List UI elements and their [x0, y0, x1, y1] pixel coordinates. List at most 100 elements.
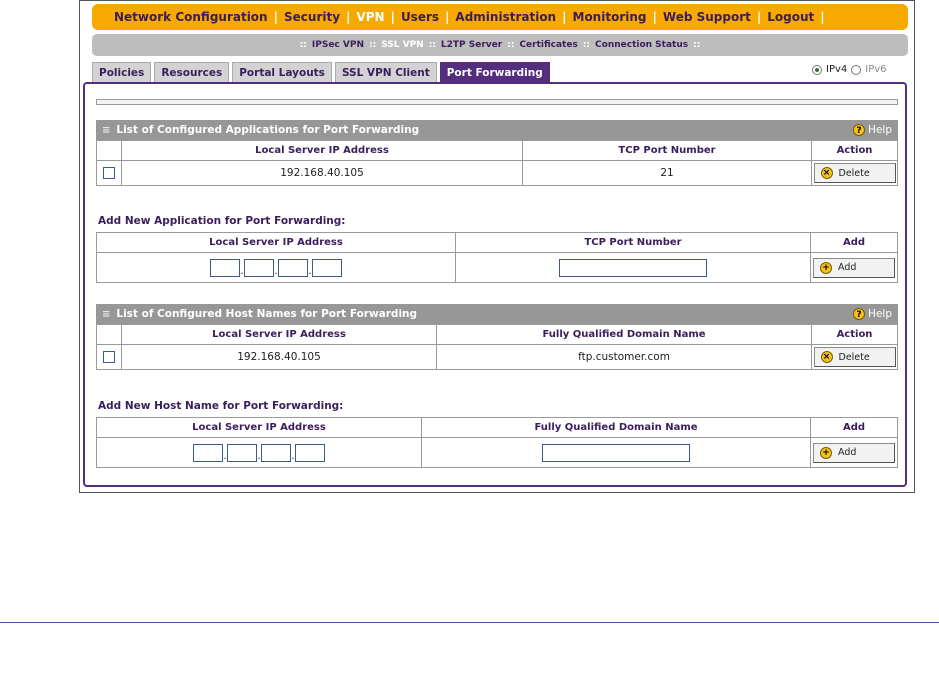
- hosts-ip-cell: 192.168.40.105: [121, 344, 437, 370]
- help-icon: ?: [853, 308, 866, 320]
- ip-octet-1-input[interactable]: [193, 443, 223, 462]
- top-nav-network-configuration[interactable]: Network Configuration: [114, 10, 268, 24]
- add-label: Add: [838, 262, 857, 273]
- delete-label: Delete: [838, 351, 870, 363]
- add-app-ip-header: Local Server IP Address: [96, 232, 456, 253]
- apps-action-cell: × Delete: [811, 160, 898, 186]
- hosts-section-title: List of Configured Host Names for Port F…: [116, 308, 418, 320]
- main-panel: ≡ List of Configured Applications for Po…: [83, 82, 907, 487]
- nav-separator: |: [756, 10, 762, 24]
- add-app-ip-cell: ...: [96, 252, 456, 283]
- top-nav-monitoring[interactable]: Monitoring: [573, 10, 647, 24]
- plus-circle-icon: +: [820, 446, 832, 459]
- add-host-add-header: Add: [810, 417, 898, 438]
- delete-button[interactable]: × Delete: [813, 347, 896, 367]
- subnav-separator: ::: [507, 40, 515, 50]
- apps-section-header: ≡ List of Configured Applications for Po…: [96, 120, 898, 140]
- add-host-button[interactable]: + Add: [813, 442, 895, 463]
- ipv4-label: IPv4: [826, 64, 848, 75]
- ip-octet-2-input[interactable]: [244, 258, 274, 277]
- subnav-separator: ::: [368, 40, 377, 50]
- subnav-separator: ::: [582, 40, 591, 50]
- tab-policies[interactable]: Policies: [92, 62, 152, 82]
- sub-nav-connection-status[interactable]: Connection Status: [595, 40, 688, 50]
- apps-port-header: TCP Port Number: [522, 140, 812, 161]
- subnav-separator: ::: [428, 40, 436, 50]
- apps-table: Local Server IP Address TCP Port Number …: [96, 140, 898, 186]
- top-nav-web-support[interactable]: Web Support: [663, 10, 751, 24]
- table-header-row: Local Server IP Address TCP Port Number …: [96, 140, 898, 161]
- ip-octet-1-input[interactable]: [210, 258, 240, 277]
- row-checkbox[interactable]: [103, 351, 115, 363]
- ip-version-selector: IPv4 IPv6: [812, 64, 887, 75]
- status-bar: [96, 99, 898, 105]
- sub-nav-certificates[interactable]: Certificates: [519, 40, 577, 50]
- ip-octet-4-input[interactable]: [295, 443, 325, 462]
- hosts-fqdn-header: Fully Qualified Domain Name: [436, 324, 812, 345]
- hosts-ip-header: Local Server IP Address: [121, 324, 437, 345]
- x-circle-icon: ×: [820, 351, 833, 363]
- nav-separator: |: [390, 10, 395, 24]
- tab-ssl-vpn-client[interactable]: SSL VPN Client: [334, 62, 437, 82]
- grip-icon: ≡: [102, 124, 111, 136]
- add-host-ip-cell: ...: [96, 437, 422, 468]
- sub-nav: :: IPSec VPN :: SSL VPN :: L2TP Server :…: [92, 34, 908, 56]
- delete-button[interactable]: × Delete: [813, 163, 896, 183]
- sub-nav-ssl-vpn[interactable]: SSL VPN: [381, 40, 424, 50]
- table-header-row: Local Server IP Address Fully Qualified …: [96, 324, 898, 345]
- table-header-row: Local Server IP Address TCP Port Number …: [96, 232, 898, 253]
- add-app-title: Add New Application for Port Forwarding:: [98, 215, 346, 227]
- add-label: Add: [838, 447, 857, 458]
- ipv4-radio[interactable]: [812, 64, 822, 75]
- add-host-ip-header: Local Server IP Address: [96, 417, 422, 438]
- nav-separator: |: [346, 10, 351, 24]
- tab-portal-layouts[interactable]: Portal Layouts: [232, 62, 332, 82]
- x-circle-icon: ×: [820, 167, 833, 179]
- ip-octet-2-input[interactable]: [227, 443, 257, 462]
- nav-separator: |: [652, 10, 657, 24]
- grip-icon: ≡: [102, 308, 111, 320]
- tab-resources[interactable]: Resources: [154, 62, 230, 82]
- ip-octet-3-input[interactable]: [278, 258, 308, 277]
- tcp-port-input[interactable]: [559, 258, 707, 277]
- ip-octet-3-input[interactable]: [261, 443, 291, 462]
- fqdn-input[interactable]: [542, 443, 690, 462]
- apps-ip-cell: 192.168.40.105: [121, 160, 523, 186]
- apps-ip-header: Local Server IP Address: [121, 140, 523, 161]
- table-row: ... + Add: [96, 437, 898, 468]
- plus-circle-icon: +: [820, 261, 832, 274]
- hosts-section-header: ≡ List of Configured Host Names for Port…: [96, 304, 898, 324]
- table-row: 192.168.40.105 21 × Delete: [96, 160, 898, 186]
- apps-action-header: Action: [811, 140, 898, 161]
- hosts-fqdn-cell: ftp.customer.com: [436, 344, 812, 370]
- add-app-add-header: Add: [810, 232, 898, 253]
- apps-help-link[interactable]: ? Help: [853, 124, 892, 136]
- add-host-button-cell: + Add: [810, 437, 898, 468]
- add-app-button[interactable]: + Add: [813, 257, 895, 278]
- top-nav-users[interactable]: Users: [401, 10, 439, 24]
- top-nav-administration[interactable]: Administration: [455, 10, 556, 24]
- row-checkbox[interactable]: [103, 167, 115, 179]
- ip-octet-4-input[interactable]: [312, 258, 342, 277]
- add-app-port-cell: [455, 252, 811, 283]
- hosts-help-link[interactable]: ? Help: [853, 308, 892, 320]
- sub-nav-l2tp-server[interactable]: L2TP Server: [441, 40, 502, 50]
- add-host-table: Local Server IP Address Fully Qualified …: [96, 417, 898, 468]
- top-nav-logout[interactable]: Logout: [767, 10, 814, 24]
- page-rule: [0, 622, 939, 623]
- subnav-separator: ::: [693, 40, 701, 50]
- nav-separator: |: [562, 10, 567, 24]
- table-header-row: Local Server IP Address Fully Qualified …: [96, 417, 898, 438]
- top-nav-security[interactable]: Security: [284, 10, 340, 24]
- tab-port-forwarding[interactable]: Port Forwarding: [439, 62, 550, 82]
- top-nav-vpn[interactable]: VPN: [356, 10, 384, 24]
- row-select-cell: [96, 160, 122, 186]
- add-host-fqdn-header: Fully Qualified Domain Name: [421, 417, 811, 438]
- add-app-button-cell: + Add: [810, 252, 898, 283]
- sub-nav-ipsec-vpn[interactable]: IPSec VPN: [312, 40, 364, 50]
- apps-port-cell: 21: [522, 160, 812, 186]
- nav-separator: |: [445, 10, 450, 24]
- hosts-action-header: Action: [811, 324, 898, 345]
- ipv6-radio[interactable]: [851, 64, 862, 75]
- ipv6-label: IPv6: [865, 64, 887, 75]
